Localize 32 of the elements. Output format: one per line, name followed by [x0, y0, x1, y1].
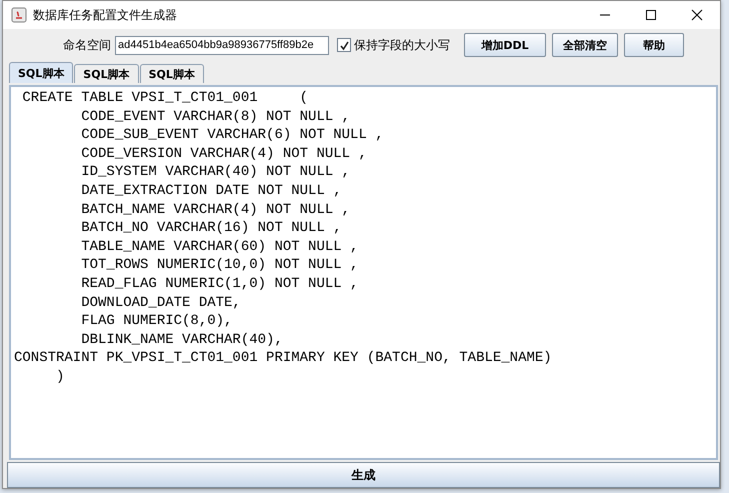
tab[interactable]: SQL脚本 — [74, 64, 139, 83]
sql-editor[interactable] — [9, 85, 718, 460]
namespace-label: 命名空间 — [63, 36, 111, 54]
code-line: TOT_ROWS NUMERIC(10,0) NOT NULL , — [80, 256, 358, 275]
code-line: CODE_VERSION VARCHAR(4) NOT NULL , — [80, 144, 367, 164]
code-line: FLAG NUMERIC(8,0), — [80, 312, 232, 331]
namespace-field[interactable]: ad4451b4ea6504bb9a98936775ff89b2e — [115, 36, 329, 54]
code-line: DOWNLOAD_DATE DATE, — [80, 294, 241, 312]
tab[interactable]: SQL脚本 — [9, 62, 74, 83]
tab[interactable]: SQL脚本 — [140, 64, 204, 83]
maximize-icon — [645, 9, 657, 21]
code-line: TABLE_NAME VARCHAR(60) NOT NULL , — [80, 238, 358, 256]
code-line: CREATE TABLE VPSI_T_CT01_001 ( — [21, 89, 308, 108]
code-line: DBLINK_NAME VARCHAR(40), — [80, 330, 283, 350]
code-line: READ_FLAG NUMERIC(1,0) NOT NULL , — [80, 274, 358, 294]
code-line: BATCH_NO VARCHAR(16) NOT NULL , — [80, 219, 342, 238]
toolbar-button[interactable]: 增加DDL — [464, 33, 546, 57]
code-line: CODE_EVENT VARCHAR(8) NOT NULL , — [80, 108, 350, 126]
code-line: ) — [55, 368, 64, 386]
code-line: ID_SYSTEM VARCHAR(40) NOT NULL , — [80, 163, 350, 182]
code-line: DATE_EXTRACTION DATE NOT NULL , — [80, 182, 342, 201]
toolbar-button[interactable]: 全部清空 — [552, 33, 618, 57]
code-line: CONSTRAINT PK_VPSI_T_CT01_001 PRIMARY KEY (BATCH_NO, TABLE_NAME) — [14, 349, 552, 368]
keep-case-checkbox[interactable] — [337, 38, 351, 52]
window-title: 数据库任务配置文件生成器 — [33, 6, 177, 24]
toolbar-button[interactable]: 帮助 — [624, 33, 684, 57]
generate-button[interactable]: 生成 — [7, 462, 720, 488]
keep-case-label: 保持字段的大小写 — [354, 36, 450, 54]
app-icon — [11, 7, 27, 23]
code-line: CODE_SUB_EVENT VARCHAR(6) NOT NULL , — [80, 126, 384, 145]
code-line: BATCH_NAME VARCHAR(4) NOT NULL , — [80, 200, 350, 220]
close-icon — [691, 9, 703, 21]
